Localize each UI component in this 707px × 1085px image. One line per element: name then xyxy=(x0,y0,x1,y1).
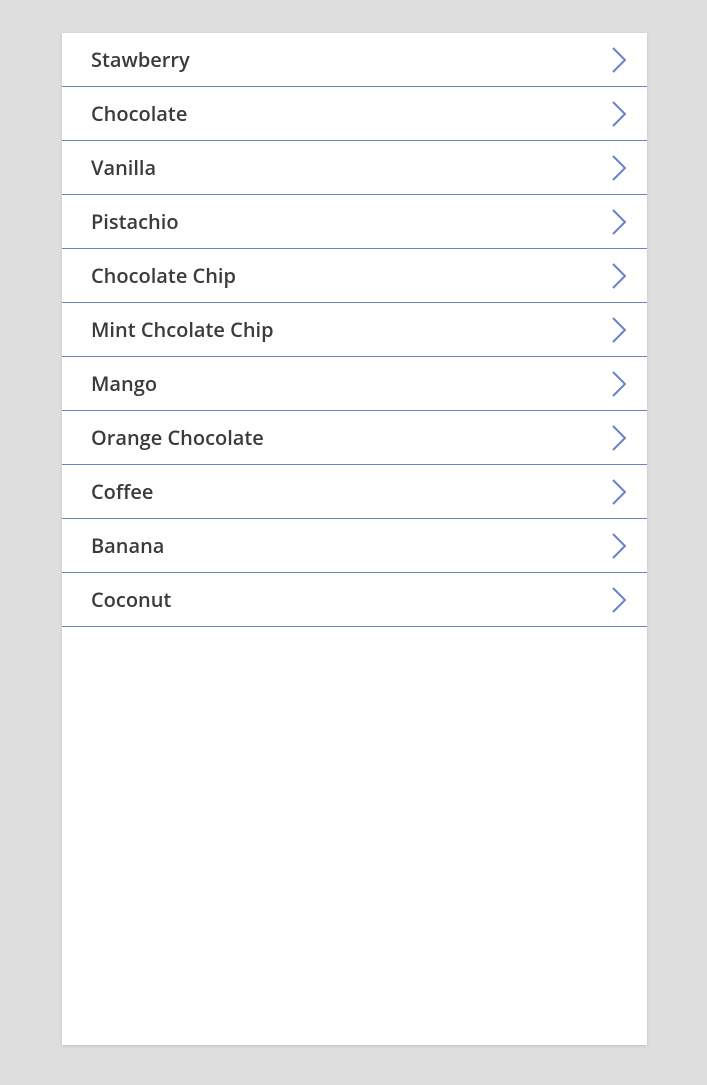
chevron-right-icon xyxy=(609,207,629,237)
list-item-label: Coffee xyxy=(91,478,153,505)
chevron-right-icon xyxy=(609,531,629,561)
list-item[interactable]: Vanilla xyxy=(62,141,647,195)
list-item-label: Mint Chcolate Chip xyxy=(91,316,274,343)
list-item-label: Banana xyxy=(91,532,164,559)
list-item[interactable]: Banana xyxy=(62,519,647,573)
list-item[interactable]: Mango xyxy=(62,357,647,411)
list-item[interactable]: Chocolate Chip xyxy=(62,249,647,303)
chevron-right-icon xyxy=(609,369,629,399)
chevron-right-icon xyxy=(609,99,629,129)
chevron-right-icon xyxy=(609,153,629,183)
chevron-right-icon xyxy=(609,261,629,291)
list-item[interactable]: Pistachio xyxy=(62,195,647,249)
list-item-label: Stawberry xyxy=(91,46,190,73)
chevron-right-icon xyxy=(609,477,629,507)
chevron-right-icon xyxy=(609,315,629,345)
list-item-label: Pistachio xyxy=(91,208,179,235)
list-item[interactable]: Orange Chocolate xyxy=(62,411,647,465)
list-item[interactable]: Mint Chcolate Chip xyxy=(62,303,647,357)
list-item-label: Coconut xyxy=(91,586,171,613)
chevron-right-icon xyxy=(609,423,629,453)
list-item-label: Vanilla xyxy=(91,154,156,181)
app-panel: Stawberry Chocolate Vanilla Pistachio Ch… xyxy=(62,33,647,1045)
chevron-right-icon xyxy=(609,45,629,75)
list-item-label: Chocolate xyxy=(91,100,187,127)
list-item-label: Mango xyxy=(91,370,157,397)
chevron-right-icon xyxy=(609,585,629,615)
list-item[interactable]: Stawberry xyxy=(62,33,647,87)
flavor-list: Stawberry Chocolate Vanilla Pistachio Ch… xyxy=(62,33,647,627)
list-item[interactable]: Chocolate xyxy=(62,87,647,141)
list-item-label: Chocolate Chip xyxy=(91,262,236,289)
list-item[interactable]: Coffee xyxy=(62,465,647,519)
list-item[interactable]: Coconut xyxy=(62,573,647,627)
list-item-label: Orange Chocolate xyxy=(91,424,264,451)
